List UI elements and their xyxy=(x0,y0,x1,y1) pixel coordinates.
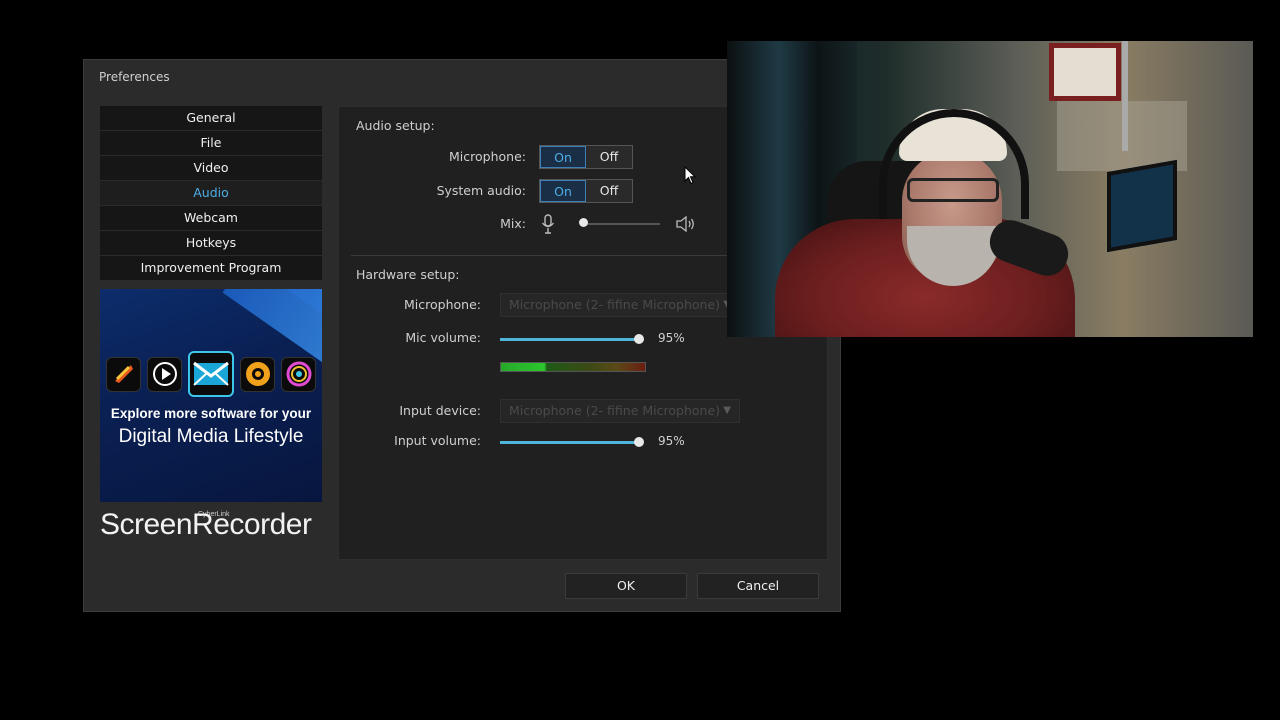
dropdown-arrow-icon: ▼ xyxy=(723,405,731,416)
mix-slider[interactable] xyxy=(584,223,660,225)
webcam-lamp xyxy=(1122,41,1128,151)
nav-item-hotkeys[interactable]: Hotkeys xyxy=(100,231,322,255)
hardware-microphone-label: Microphone: xyxy=(404,297,481,312)
mix-slider-knob[interactable] xyxy=(579,218,588,227)
input-volume-knob[interactable] xyxy=(634,437,644,447)
nav-item-video[interactable]: Video xyxy=(100,156,322,180)
screenrecorder-logo: ScreenRecorder xyxy=(100,508,312,541)
input-device-label: Input device: xyxy=(399,403,481,418)
speaker-icon xyxy=(676,216,694,232)
input-device-select[interactable]: Microphone (2- fifine Microphone) ▼ xyxy=(500,399,740,423)
promo-banner[interactable]: Explore more software for your Digital M… xyxy=(100,289,322,502)
mix-label: Mix: xyxy=(500,216,526,231)
mouse-cursor-icon xyxy=(684,166,696,185)
nav-item-webcam[interactable]: Webcam xyxy=(100,206,322,230)
input-device-select-value: Microphone (2- fifine Microphone) xyxy=(509,403,721,418)
webcam-overlay xyxy=(727,41,1253,337)
webcam-headphones xyxy=(879,109,1029,219)
microphone-select-value: Microphone (2- fifine Microphone) xyxy=(509,297,721,312)
mic-volume-fill xyxy=(500,338,636,341)
dialog-title: Preferences xyxy=(99,70,170,84)
webcam-monitor xyxy=(1107,159,1177,253)
microphone-on-button[interactable]: On xyxy=(540,146,586,168)
system-audio-toggle[interactable]: On Off xyxy=(539,179,633,203)
input-volume-value: 95% xyxy=(658,434,685,448)
mic-volume-label: Mic volume: xyxy=(405,330,481,345)
audio-level-meter xyxy=(500,362,646,372)
system-audio-on-button[interactable]: On xyxy=(540,180,586,202)
microphone-off-button[interactable]: Off xyxy=(586,146,632,168)
hardware-setup-heading: Hardware setup: xyxy=(356,267,460,282)
powerdirector-icon xyxy=(240,356,275,392)
app-icons-row xyxy=(106,351,316,397)
mic-volume-knob[interactable] xyxy=(634,334,644,344)
input-volume-fill xyxy=(500,441,636,444)
powerdvd-icon xyxy=(147,356,182,392)
nav-item-file[interactable]: File xyxy=(100,131,322,155)
mic-volume-value: 95% xyxy=(658,331,685,345)
screenrecorder-icon xyxy=(188,351,234,397)
input-volume-label: Input volume: xyxy=(394,433,481,448)
nav-item-audio[interactable]: Audio xyxy=(100,181,322,205)
photodirector-icon xyxy=(106,356,141,392)
microphone-icon xyxy=(541,214,555,234)
colordirector-icon xyxy=(281,356,316,392)
preferences-nav: General File Video Audio Webcam Hotkeys … xyxy=(100,106,322,281)
webcam-picture-frame xyxy=(1049,43,1121,101)
nav-item-general[interactable]: General xyxy=(100,106,322,130)
microphone-toggle[interactable]: On Off xyxy=(539,145,633,169)
nav-item-improvement-program[interactable]: Improvement Program xyxy=(100,256,322,280)
microphone-select[interactable]: Microphone (2- fifine Microphone) ▼ xyxy=(500,293,740,317)
ok-button[interactable]: OK xyxy=(565,573,687,599)
system-audio-label: System audio: xyxy=(436,183,526,198)
system-audio-off-button[interactable]: Off xyxy=(586,180,632,202)
microphone-label: Microphone: xyxy=(449,149,526,164)
audio-setup-heading: Audio setup: xyxy=(356,118,435,133)
cancel-button[interactable]: Cancel xyxy=(697,573,819,599)
